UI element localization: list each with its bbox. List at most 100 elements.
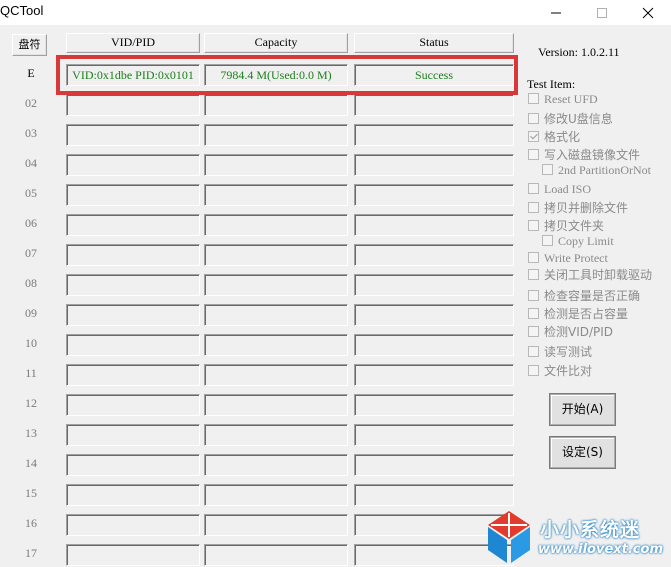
vidpid-cell: [66, 514, 200, 536]
capacity-cell: [204, 124, 348, 146]
vidpid-cell: [66, 334, 200, 356]
status-cell: [354, 214, 514, 236]
window-title: QCTool: [0, 3, 44, 18]
row-label: 13: [25, 426, 37, 440]
option-checkbox[interactable]: [528, 346, 539, 357]
close-icon: [642, 7, 654, 19]
capacity-cell: [204, 184, 348, 206]
option-label: 检查容量是否正确: [544, 289, 641, 303]
option-row: 检测VID/PID: [528, 323, 613, 340]
status-cell: [354, 244, 514, 266]
capacity-cell: [204, 304, 348, 326]
option-row: Load ISO: [528, 182, 591, 197]
option-checkbox[interactable]: [528, 326, 539, 337]
disk-column-header[interactable]: 盘符: [12, 34, 47, 56]
row-label: 12: [25, 396, 37, 410]
option-checkbox[interactable]: [528, 220, 539, 231]
option-checkbox[interactable]: [528, 290, 539, 301]
capacity-cell: [204, 394, 348, 416]
capacity-cell: [204, 154, 348, 176]
row-label: 03: [25, 126, 37, 140]
vidpid-cell: [66, 154, 200, 176]
maximize-icon: [597, 8, 607, 18]
start-button[interactable]: 开始(A): [550, 394, 615, 425]
vidpid-cell: [66, 184, 200, 206]
option-row: 修改U盘信息: [528, 110, 613, 127]
option-label: 格式化: [544, 130, 581, 144]
option-checkbox[interactable]: [528, 113, 539, 124]
vidpid-cell: [66, 94, 200, 116]
vidpid-cell: [66, 454, 200, 476]
row-label: 08: [25, 276, 37, 290]
row-label: 04: [25, 156, 37, 170]
option-label: 拷贝文件夹: [544, 219, 605, 233]
option-label: 检测VID/PID: [544, 325, 614, 339]
row-label: 02: [25, 96, 37, 110]
highlight-box: [56, 55, 518, 95]
option-label: Write Protect: [544, 251, 608, 265]
main-panel: 盘符 VID/PID Capacity Status E VID:0x1dbe P…: [0, 25, 671, 567]
status-cell: [354, 394, 514, 416]
row-label: 07: [25, 246, 37, 260]
capacity-cell: [204, 424, 348, 446]
status-column-header[interactable]: Status: [354, 33, 514, 53]
vidpid-cell: [66, 394, 200, 416]
option-checkbox[interactable]: [528, 183, 539, 194]
status-cell: [354, 94, 514, 116]
option-checkbox[interactable]: [528, 365, 539, 376]
title-bar: QCTool: [0, 0, 671, 25]
vidpid-column-header[interactable]: VID/PID: [66, 33, 200, 53]
vidpid-cell: [66, 424, 200, 446]
maximize-button[interactable]: [579, 0, 625, 25]
row-label: 11: [25, 366, 37, 380]
status-cell: [354, 124, 514, 146]
option-row: 写入磁盘镜像文件: [528, 146, 640, 163]
capacity-cell: [204, 214, 348, 236]
option-label: 关闭工具时卸载驱动: [544, 268, 653, 282]
option-checkbox[interactable]: [528, 269, 539, 280]
option-row: 关闭工具时卸载驱动: [528, 266, 652, 283]
minimize-icon: [551, 12, 561, 14]
version-label: Version: 1.0.2.11: [538, 45, 620, 59]
option-label: 修改U盘信息: [544, 112, 613, 126]
close-button[interactable]: [625, 0, 671, 25]
settings-button[interactable]: 设定(S): [550, 437, 615, 468]
option-checkbox[interactable]: [528, 149, 539, 160]
option-label: Copy Limit: [558, 234, 614, 248]
vidpid-cell: [66, 124, 200, 146]
option-row: Reset UFD: [528, 92, 598, 107]
test-item-label: Test Item:: [527, 77, 576, 91]
capacity-cell: [204, 274, 348, 296]
vidpid-cell: [66, 484, 200, 506]
option-label: Load ISO: [544, 182, 591, 196]
watermark-text: 小小系统迷: [540, 519, 641, 541]
option-checkbox[interactable]: [528, 252, 539, 263]
row-label: 15: [25, 486, 37, 500]
option-row: 文件比对: [528, 362, 592, 379]
capacity-cell: [204, 334, 348, 356]
capacity-cell: [204, 244, 348, 266]
option-row: Copy Limit: [542, 234, 614, 249]
option-checkbox[interactable]: [542, 164, 553, 175]
vidpid-cell: [66, 544, 200, 566]
status-cell: [354, 454, 514, 476]
watermark: 小小系统迷 www.ilovext.com: [480, 507, 671, 567]
option-checkbox[interactable]: [528, 202, 539, 213]
option-checkbox[interactable]: [528, 308, 539, 319]
option-checkbox[interactable]: [528, 131, 539, 142]
status-cell: [354, 154, 514, 176]
option-label: 写入磁盘镜像文件: [544, 148, 641, 162]
option-row: 检测是否占容量: [528, 305, 628, 322]
vidpid-cell: [66, 274, 200, 296]
option-row: 读写测试: [528, 343, 592, 360]
option-label: Reset UFD: [544, 92, 598, 106]
row-label: 05: [25, 186, 37, 200]
vidpid-cell: [66, 304, 200, 326]
minimize-button[interactable]: [533, 0, 579, 25]
row-label: E: [27, 66, 35, 80]
status-cell: [354, 304, 514, 326]
option-checkbox[interactable]: [528, 93, 539, 104]
option-checkbox[interactable]: [542, 235, 553, 246]
capacity-column-header[interactable]: Capacity: [204, 33, 348, 53]
row-label: 09: [25, 306, 37, 320]
